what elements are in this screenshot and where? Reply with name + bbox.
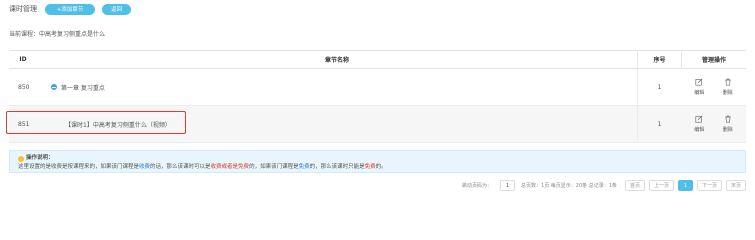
trash-icon	[724, 78, 731, 86]
trash-icon	[724, 115, 731, 123]
current-course-label: 当前课程：中高考复习侧重点是什么	[9, 31, 106, 38]
delete-label: 删除	[722, 90, 733, 96]
row-no: 1	[637, 69, 681, 105]
row-ops: 编辑 删除	[681, 106, 746, 142]
note-text: 这里设置的是收费是按课程来的，如果该门课程是	[18, 164, 140, 170]
pagination: 跳动页码为： 1 总页数：1页 每页显示：20条 总记录：1条 首页 上一页 1…	[462, 180, 746, 191]
prev-page-button[interactable]: 上一页	[648, 180, 674, 191]
add-chapter-button[interactable]: +添加章节	[45, 3, 95, 15]
note-text: 的。	[375, 164, 387, 170]
chapter-name: 第一章 复习重点	[61, 84, 105, 92]
current-page-button[interactable]: 1	[677, 180, 693, 191]
page-summary: 总页数：1页 每页显示：20条 总记录：1条	[521, 183, 617, 189]
back-button[interactable]: 返回	[102, 3, 131, 15]
last-page-button[interactable]: 末页	[725, 180, 746, 191]
table-header: ID 章节名称 序号 管理操作	[9, 51, 746, 69]
goto-label: 跳动页码为：	[462, 183, 493, 189]
row-no: 1	[637, 106, 681, 142]
top-toolbar: 课时管理 +添加章节 返回	[9, 3, 138, 15]
note-emph: 免费	[298, 164, 310, 170]
operation-note: 操作说明： 这里设置的是收费是按课程来的，如果该门课程是收费的话，那么该课时可以…	[9, 150, 746, 173]
collapse-icon[interactable]	[51, 84, 57, 90]
row-name-cell: 第一章 复习重点	[37, 83, 637, 92]
row-id: 850	[18, 83, 30, 91]
edit-button[interactable]: 编辑	[694, 78, 704, 96]
delete-label: 删除	[722, 127, 733, 133]
edit-button[interactable]: 编辑	[694, 115, 704, 133]
header-id: ID	[19, 56, 27, 63]
edit-label: 编辑	[694, 127, 705, 133]
header-op: 管理操作	[681, 51, 746, 68]
note-emph: 免费	[364, 164, 376, 170]
note-text: 的，那么该课时只能是	[309, 164, 365, 170]
goto-page-input[interactable]: 1	[500, 180, 516, 191]
first-page-button[interactable]: 首页	[624, 180, 645, 191]
lightbulb-icon	[18, 155, 24, 162]
row-ops: 编辑 删除	[681, 69, 746, 105]
edit-icon	[695, 78, 703, 86]
note-text: 的话，那么该课时可以是	[150, 164, 211, 170]
table-row: 850 第一章 复习重点 1 编辑 删除	[9, 69, 746, 106]
note-title-text: 操作说明：	[26, 155, 54, 161]
note-title: 操作说明：	[18, 154, 737, 163]
note-emph: 收费	[139, 164, 151, 170]
note-text: 的，如果该门课程是	[249, 164, 299, 170]
delete-button[interactable]: 删除	[723, 115, 733, 133]
note-emph: 收费或者是免费	[210, 164, 250, 170]
note-body: 这里设置的是收费是按课程来的，如果该门课程是收费的话，那么该课时可以是收费或者是…	[18, 163, 737, 172]
delete-button[interactable]: 删除	[723, 78, 733, 96]
header-no: 序号	[637, 51, 681, 68]
header-name: 章节名称	[324, 57, 349, 64]
edit-label: 编辑	[694, 90, 705, 96]
page-title: 课时管理	[9, 5, 37, 13]
highlight-box	[6, 111, 186, 134]
edit-icon	[695, 115, 703, 123]
next-page-button[interactable]: 下一页	[696, 180, 722, 191]
